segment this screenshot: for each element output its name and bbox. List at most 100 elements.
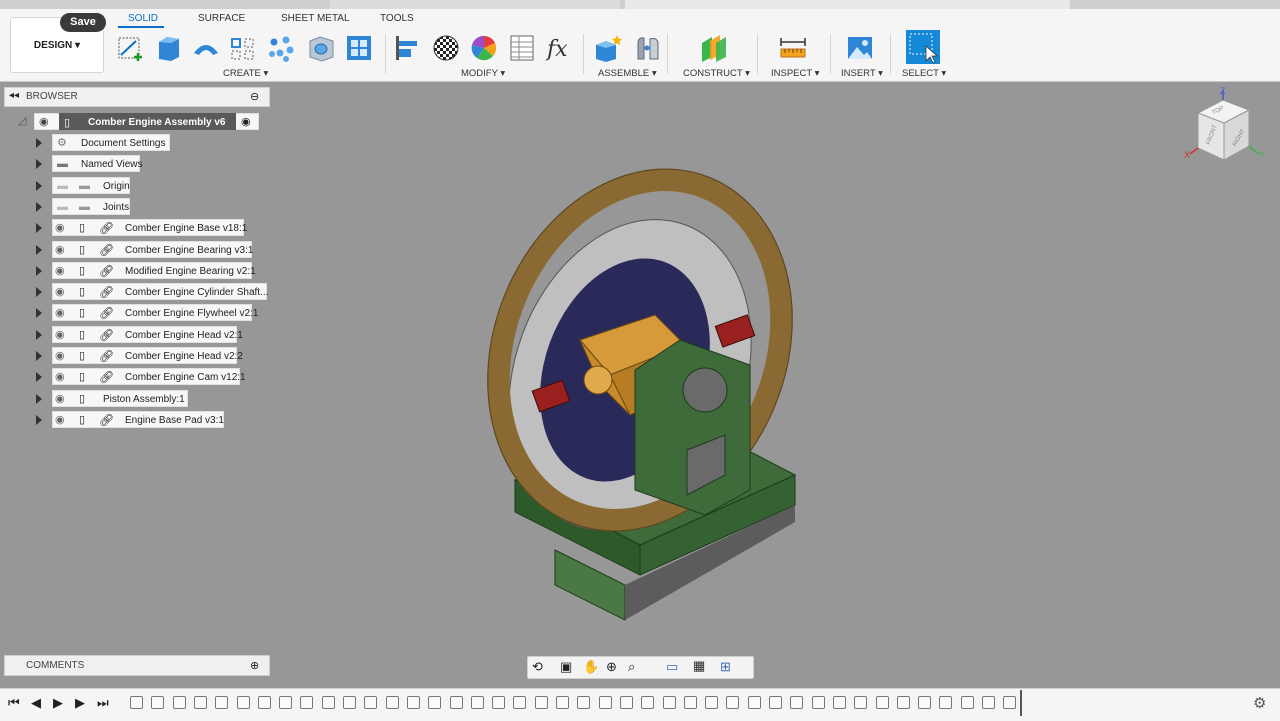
timeline-feature-icon[interactable] (470, 696, 484, 709)
tab-tools[interactable]: TOOLS (380, 13, 414, 24)
timeline-settings-gear-icon[interactable]: ⚙ (1253, 694, 1266, 712)
play-icon[interactable]: ▶ (53, 695, 63, 711)
timeline-feature-icon[interactable] (769, 696, 782, 709)
visibility-eye-icon[interactable]: ◉ (55, 412, 65, 429)
timeline-feature-icon[interactable] (641, 696, 655, 709)
expand-arrow-icon[interactable] (36, 223, 42, 233)
timeline-feature-icon[interactable] (683, 696, 697, 709)
change-parameters-fx-icon[interactable]: fx (545, 33, 575, 63)
expand-arrow-icon[interactable] (36, 266, 42, 276)
expand-arrow-icon[interactable] (36, 181, 42, 191)
timeline-feature-icon[interactable] (236, 696, 250, 709)
select-icon[interactable] (906, 30, 940, 64)
timeline-feature-icon[interactable] (747, 696, 761, 709)
timeline-feature-icon[interactable] (193, 696, 207, 709)
go-to-start-icon[interactable]: ⏮ (8, 695, 20, 711)
browser-item[interactable]: ▬ Named Views (52, 155, 143, 172)
inspect-menu[interactable]: INSPECT ▾ (771, 68, 819, 79)
expand-arrow-icon[interactable] (36, 308, 42, 318)
timeline-feature-icon[interactable] (385, 696, 399, 709)
minimize-icon[interactable]: ⊖ (250, 90, 259, 103)
create-menu[interactable]: CREATE ▾ (223, 68, 268, 79)
timeline-feature-icon[interactable] (619, 696, 633, 709)
timeline-feature-icon[interactable] (960, 696, 974, 709)
expand-arrow-icon[interactable] (36, 245, 42, 255)
visibility-eye-icon[interactable]: ◉ (55, 242, 65, 259)
timeline-feature-icon[interactable] (492, 696, 506, 709)
parameters-table-icon[interactable] (507, 33, 537, 63)
zoom-fit-icon[interactable]: ⌕ (628, 659, 635, 675)
timeline-feature-icon[interactable] (790, 696, 804, 709)
timeline-feature-icon[interactable] (918, 696, 932, 709)
comments-panel-header[interactable]: COMMENTS ⊕ (4, 655, 270, 676)
modify-menu[interactable]: MODIFY ▾ (461, 68, 505, 79)
hole-icon[interactable] (306, 33, 336, 63)
timeline-feature-icon[interactable] (832, 696, 846, 709)
root-expand-icon[interactable]: ◿ (18, 114, 26, 127)
visibility-eye-icon[interactable]: ◉ (55, 263, 65, 280)
tab-surface[interactable]: SURFACE (198, 13, 245, 24)
expand-arrow-icon[interactable] (36, 394, 42, 404)
timeline-feature-icon[interactable] (854, 696, 868, 709)
timeline-feature-icon[interactable] (556, 696, 569, 709)
timeline-feature-icon[interactable] (449, 696, 463, 709)
timeline-feature-icon[interactable] (279, 696, 293, 709)
timeline-feature-icon[interactable] (300, 696, 314, 709)
timeline-feature-icon[interactable] (982, 696, 995, 709)
timeline-feature-icon[interactable] (257, 696, 271, 709)
zoom-window-icon[interactable]: ⊕ (606, 659, 617, 675)
expand-arrow-icon[interactable] (36, 159, 42, 169)
browser-item[interactable]: ◉ ▯ 🔗︎ Comber Engine Head v2:1 (52, 326, 243, 343)
root-component-node[interactable]: Comber Engine Assembly v6 ◉ ▯ ◉ (34, 113, 259, 130)
select-menu[interactable]: SELECT ▾ (902, 68, 946, 79)
viewports-icon[interactable]: ⊞ (720, 659, 731, 675)
go-to-end-icon[interactable]: ⏭ (97, 695, 109, 711)
timeline-feature-icon[interactable] (364, 696, 378, 709)
insert-image-icon[interactable] (845, 33, 875, 63)
insert-menu[interactable]: INSERT ▾ (841, 68, 883, 79)
browser-item[interactable]: ◉ ▯ Piston Assembly:1 (52, 390, 188, 407)
visibility-eye-icon[interactable]: ◉ (55, 348, 65, 365)
timeline-feature-icon[interactable] (215, 696, 229, 709)
timeline-feature-icon[interactable] (1003, 696, 1017, 709)
look-at-icon[interactable]: ▣ (560, 659, 572, 675)
assemble-menu[interactable]: ASSEMBLE ▾ (598, 68, 657, 79)
visibility-eye-icon[interactable]: ◉ (55, 220, 65, 237)
align-icon[interactable] (393, 33, 423, 63)
pan-hand-icon[interactable]: ✋ (583, 659, 599, 675)
measure-icon[interactable] (778, 33, 808, 63)
add-comment-icon[interactable]: ⊕ (250, 659, 259, 672)
visibility-eye-icon[interactable]: ◉ (55, 369, 65, 386)
display-settings-icon[interactable]: ▭ (666, 659, 678, 675)
browser-item[interactable]: ▬ ▬ Origin (52, 177, 130, 194)
browser-item[interactable]: ◉ ▯ 🔗︎ Comber Engine Head v2:2 (52, 347, 243, 365)
step-back-icon[interactable]: ◀ (31, 695, 41, 711)
orbit-icon[interactable]: ⟲ (532, 659, 543, 675)
browser-item[interactable]: ◉ ▯ 🔗︎ Comber Engine Bearing v3:1 (52, 241, 253, 259)
activate-radio-icon[interactable]: ◉ (241, 114, 251, 131)
root-component-label-box[interactable]: Comber Engine Assembly v6 (59, 113, 236, 130)
timeline-feature-icon[interactable] (896, 696, 910, 709)
create-sketch-icon[interactable] (116, 33, 146, 63)
expand-arrow-icon[interactable] (36, 330, 42, 340)
joint-icon[interactable] (633, 33, 663, 63)
timeline-feature-icon[interactable] (151, 696, 165, 709)
timeline-marker[interactable] (1020, 690, 1022, 716)
timeline-feature-icon[interactable] (705, 696, 719, 709)
expand-arrow-icon[interactable] (36, 415, 42, 425)
timeline-feature-icon[interactable] (406, 696, 420, 709)
rectangular-pattern-icon[interactable] (228, 33, 258, 63)
offset-plane-icon[interactable] (699, 33, 729, 63)
engine-assembly-model[interactable] (480, 150, 820, 630)
timeline-feature-icon[interactable] (939, 696, 953, 709)
timeline-feature-icon[interactable] (534, 696, 548, 709)
expand-arrow-icon[interactable] (36, 351, 42, 361)
physical-material-icon[interactable] (469, 33, 499, 63)
browser-panel-header[interactable]: ◂◂ BROWSER ⊖ (4, 87, 270, 107)
document-tab-active[interactable] (625, 0, 1070, 9)
timeline-feature-icon[interactable] (513, 696, 527, 709)
browser-item[interactable]: ▬ ▬ Joints (52, 198, 130, 215)
view-cube[interactable] (1183, 88, 1269, 170)
collapse-panel-icon[interactable]: ◂◂ (9, 90, 19, 101)
document-tab-inactive[interactable] (330, 0, 620, 9)
